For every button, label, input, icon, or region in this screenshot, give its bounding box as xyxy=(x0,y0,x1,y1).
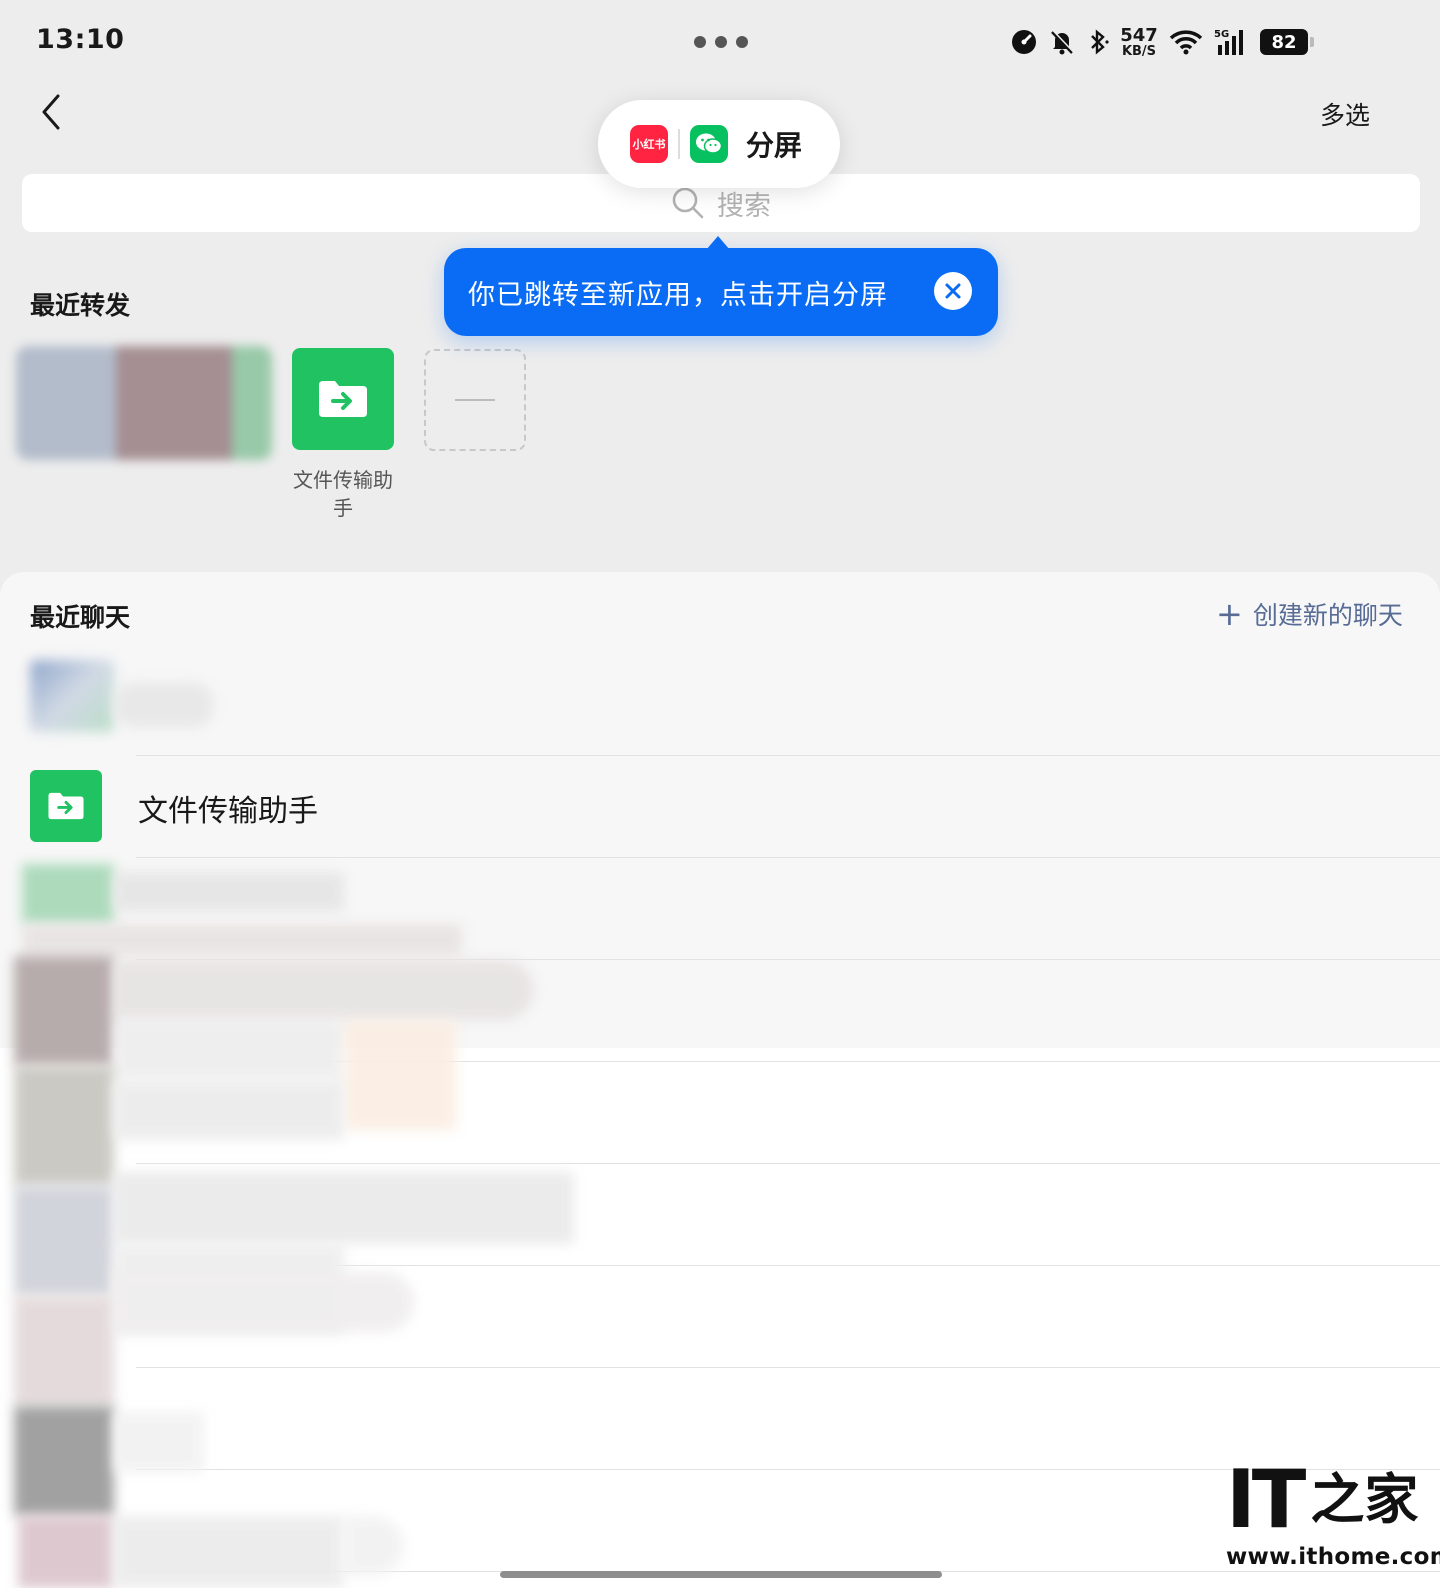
blurred-content xyxy=(114,1020,344,1080)
folder-transfer-icon xyxy=(48,792,84,820)
status-time: 13:10 xyxy=(36,24,125,55)
battery-icon: 82 xyxy=(1260,29,1314,55)
ithome-watermark: IT 之家 www.ithome.com xyxy=(1226,1460,1440,1580)
back-button[interactable] xyxy=(34,90,74,134)
search-placeholder: 搜索 xyxy=(717,190,771,222)
watermark-url: www.ithome.com xyxy=(1226,1544,1440,1570)
chat-row-blurred[interactable] xyxy=(0,654,1440,756)
folder-transfer-icon xyxy=(319,381,367,417)
avatar xyxy=(30,660,114,732)
blurred-content xyxy=(14,1406,114,1516)
multi-select-button[interactable]: 多选 xyxy=(1320,96,1370,132)
file-helper-label: 文件传输助手 xyxy=(293,468,393,520)
blurred-content xyxy=(22,924,462,956)
more-contacts-button[interactable] xyxy=(424,349,526,451)
plus-icon: + xyxy=(1216,595,1243,633)
bluetooth-icon xyxy=(1086,28,1110,56)
pill-divider xyxy=(678,129,680,159)
signal-icon: 5G xyxy=(1214,27,1250,57)
close-icon[interactable] xyxy=(934,272,972,310)
tooltip-message: 你已跳转至新应用，点击开启分屏 xyxy=(468,279,888,311)
blurred-content xyxy=(344,1516,404,1576)
blurred-content xyxy=(114,1080,344,1140)
blurred-content xyxy=(114,1172,574,1244)
chat-row-file-helper[interactable]: 文件传输助手 xyxy=(0,756,1440,858)
file-helper-chat-avatar xyxy=(30,770,102,842)
system-icons: 547 KB/S 5G 82 xyxy=(1010,22,1314,62)
search-icon xyxy=(672,187,704,219)
recent-chats-title: 最近聊天 xyxy=(30,603,131,632)
chat-row-blurred[interactable] xyxy=(0,1368,1440,1470)
logo-latin: IT xyxy=(1226,1453,1306,1546)
blurred-content xyxy=(114,1412,204,1472)
home-indicator[interactable] xyxy=(500,1571,942,1578)
file-helper-avatar[interactable] xyxy=(292,348,394,450)
more-dots-icon[interactable] xyxy=(694,36,748,48)
logo-cjk: 之家 xyxy=(1310,1468,1419,1531)
blurred-content xyxy=(114,872,344,912)
blurred-content xyxy=(114,1272,414,1332)
net-speed: 547 KB/S xyxy=(1120,24,1158,59)
recent-chats-panel: 最近聊天 + 创建新的聊天 文件传输助手 xyxy=(0,572,1440,1588)
blurred-content xyxy=(114,960,534,1020)
speedometer-icon xyxy=(1010,28,1038,56)
split-screen-tooltip[interactable]: 你已跳转至新应用，点击开启分屏 xyxy=(444,236,998,336)
file-helper-chat-name: 文件传输助手 xyxy=(138,794,318,829)
mute-bell-icon xyxy=(1048,28,1076,56)
recent-forward-avatars-blurred[interactable] xyxy=(16,346,272,460)
wechat-icon xyxy=(690,125,728,163)
blurred-content xyxy=(114,1516,344,1588)
chat-name-blurred xyxy=(114,682,214,728)
blurred-content xyxy=(14,1296,114,1406)
split-screen-label: 分屏 xyxy=(746,129,803,162)
wifi-icon xyxy=(1168,28,1204,56)
svg-text:5G: 5G xyxy=(1214,29,1229,40)
blurred-content xyxy=(18,1516,114,1588)
blurred-content xyxy=(14,1186,114,1296)
blurred-content xyxy=(22,864,114,924)
status-bar: 13:10 547 KB/S 5G 82 xyxy=(0,0,1440,80)
xiaohongshu-app-icon: 小红书 xyxy=(630,125,668,163)
recent-forward-title: 最近转发 xyxy=(30,291,131,320)
create-new-chat-label: 创建新的聊天 xyxy=(1252,601,1403,630)
chevron-left-icon xyxy=(42,94,60,130)
create-new-chat-button[interactable]: + 创建新的聊天 xyxy=(1216,596,1403,632)
ithome-logo: IT 之家 xyxy=(1226,1460,1426,1540)
split-screen-button[interactable]: 小红书 分屏 xyxy=(598,100,840,188)
blurred-content xyxy=(14,1066,114,1186)
blurred-content xyxy=(14,956,114,1066)
dash-icon xyxy=(455,399,495,401)
blurred-content xyxy=(344,1020,456,1130)
